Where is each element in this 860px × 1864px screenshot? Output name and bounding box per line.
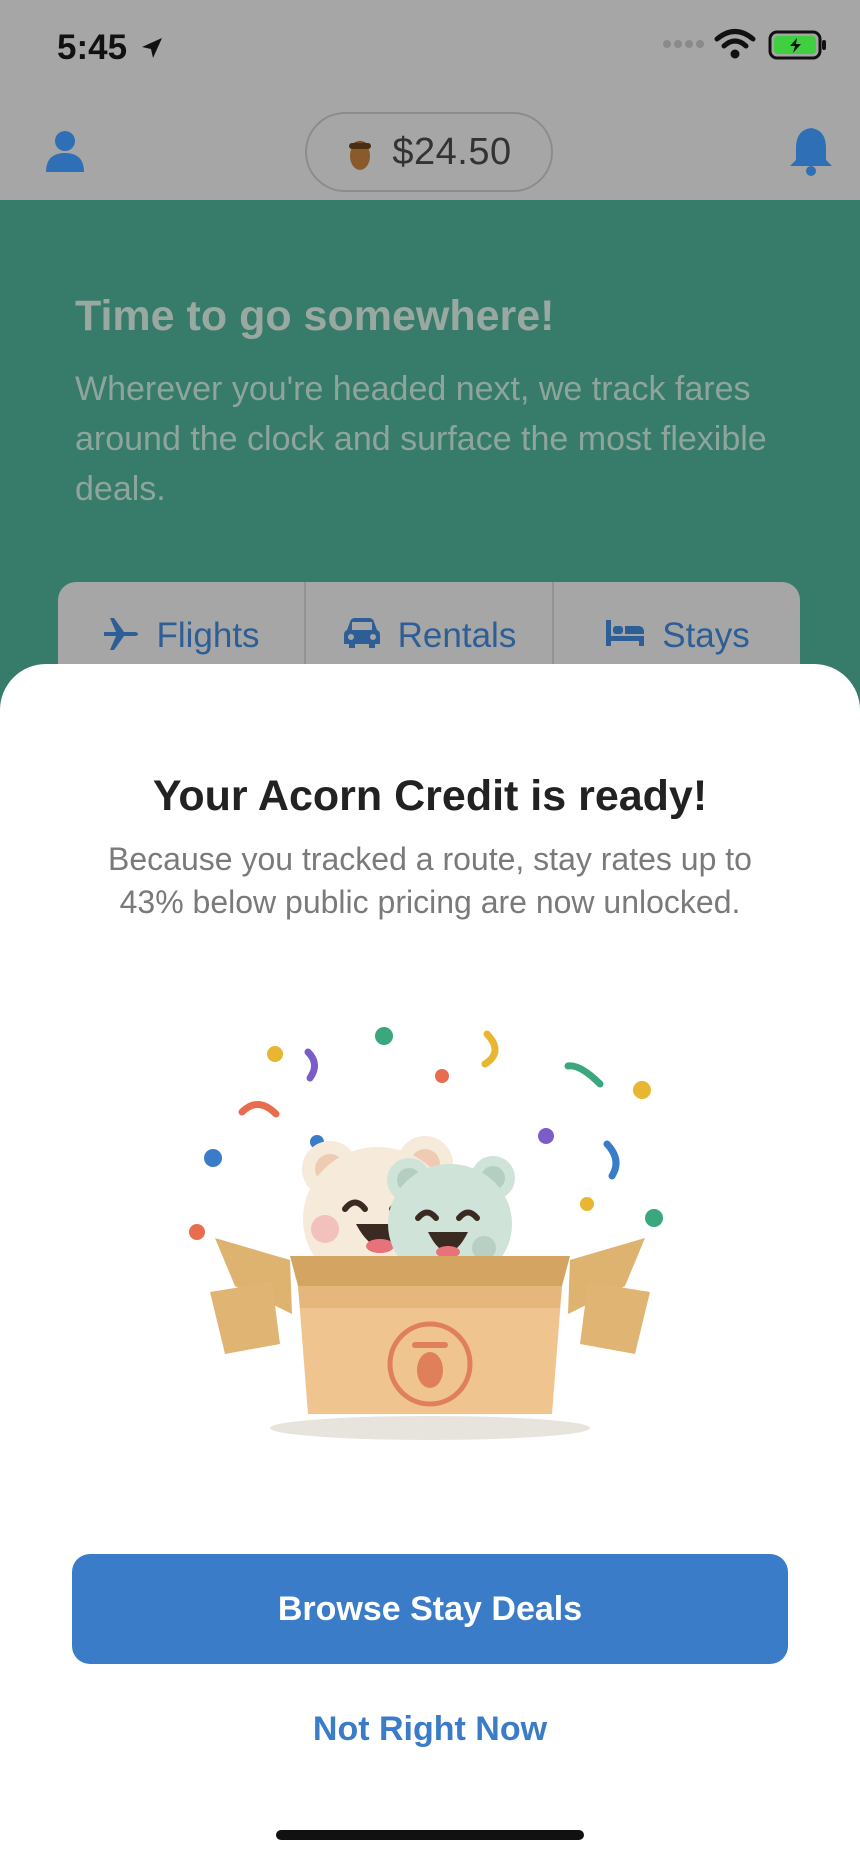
battery-charging-icon — [768, 30, 826, 60]
credit-ready-sheet: Your Acorn Credit is ready! Because you … — [0, 664, 860, 1864]
car-icon — [343, 618, 380, 648]
home-indicator[interactable] — [276, 1830, 584, 1840]
tab-rentals-label: Rentals — [397, 616, 517, 655]
profile-button[interactable] — [40, 126, 90, 176]
notifications-button[interactable] — [786, 124, 836, 178]
acorn-balance-button[interactable]: $24.50 — [305, 112, 553, 192]
acorn-icon — [349, 141, 372, 170]
sheet-message: Because you tracked a route, stay rates … — [108, 841, 752, 920]
bell-icon — [790, 128, 832, 176]
tab-stays-label: Stays — [662, 616, 750, 655]
bears-in-box-illustration — [189, 1027, 663, 1440]
status-time: 5:45 — [57, 28, 128, 67]
person-icon — [46, 131, 84, 172]
hero-banner: Time to go somewhere! Wherever you're he… — [0, 200, 860, 720]
status-bar: 5:45 — [0, 0, 860, 100]
balance-amount: $24.50 — [392, 130, 512, 173]
hero-subtitle: Wherever you're headed next, we track fa… — [75, 370, 767, 508]
hero-title: Time to go somewhere! — [75, 292, 555, 340]
wifi-icon — [714, 29, 756, 59]
location-arrow-icon — [142, 38, 162, 58]
browse-stay-deals-button[interactable]: Browse Stay Deals — [72, 1554, 788, 1664]
sheet-title: Your Acorn Credit is ready! — [152, 772, 708, 820]
bed-icon — [606, 620, 645, 646]
not-right-now-button[interactable]: Not Right Now — [0, 1694, 860, 1764]
signal-icon — [663, 40, 704, 48]
app-header: $24.50 — [0, 100, 860, 200]
tab-flights-label: Flights — [156, 616, 260, 655]
airplane-icon — [104, 618, 139, 650]
